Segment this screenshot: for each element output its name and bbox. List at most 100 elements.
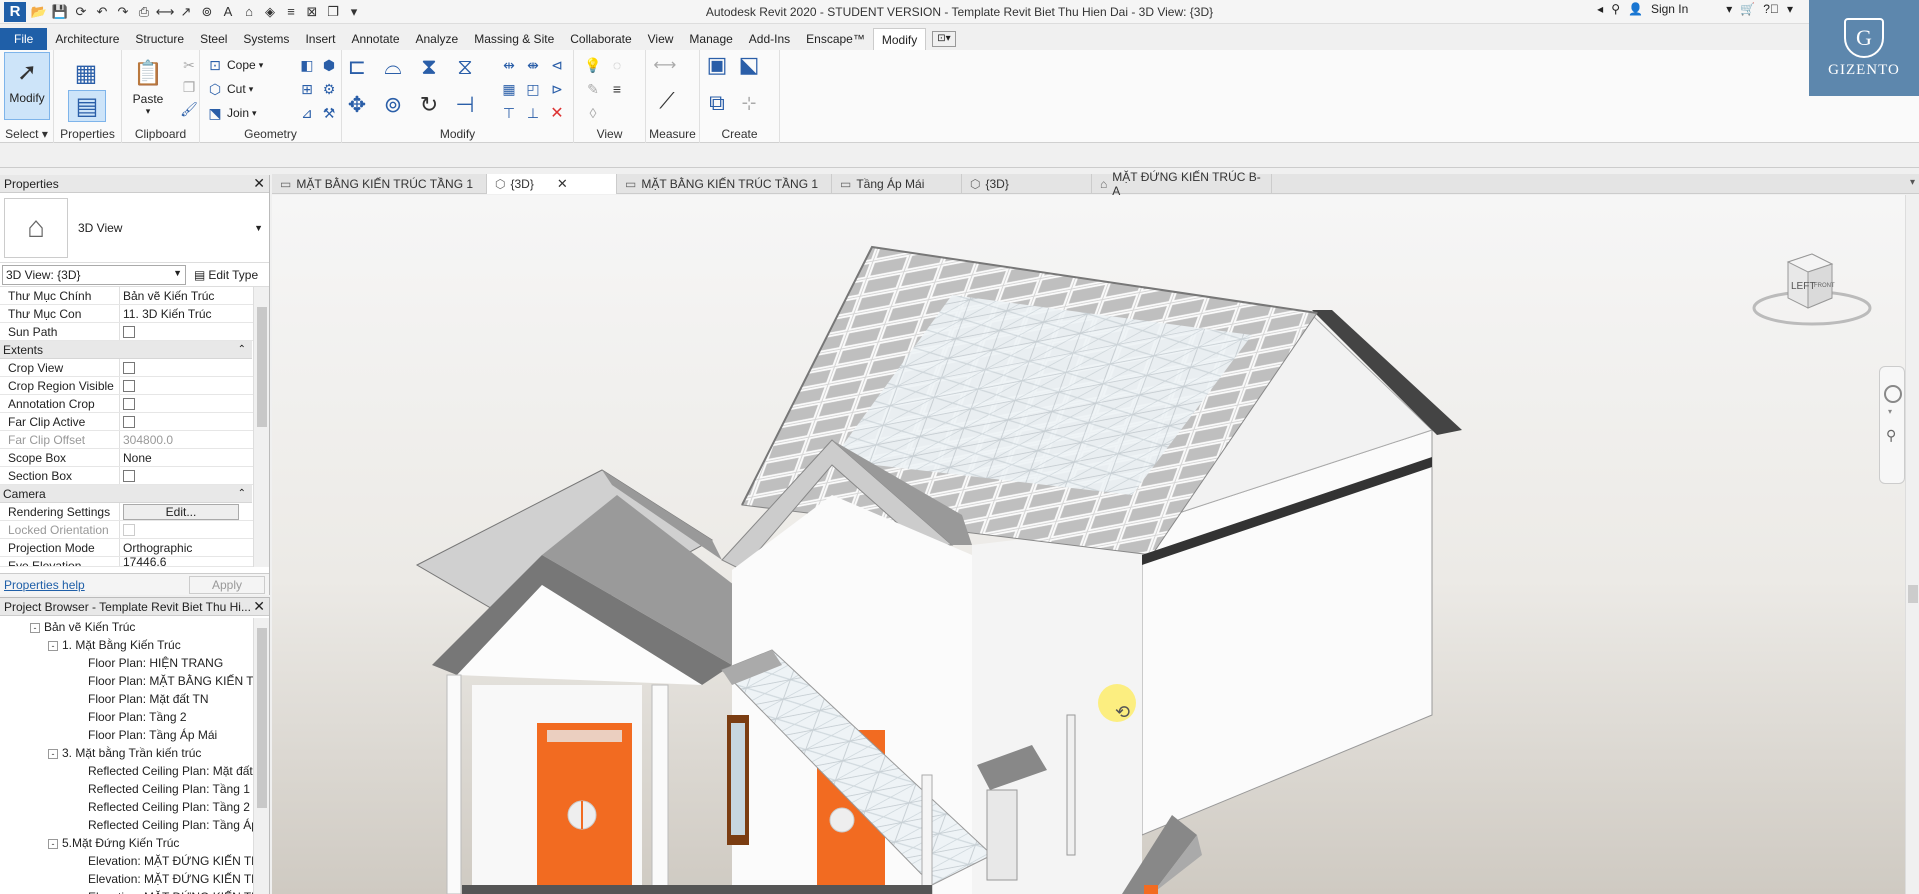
view-tab-close-icon[interactable]: ✕ — [557, 176, 568, 192]
join-button[interactable]: ⬔ Join ▾ — [206, 104, 256, 122]
create-similar-icon[interactable]: ⊹ — [738, 92, 760, 114]
help-icon[interactable]: ?⃝ — [1763, 2, 1779, 16]
close-hidden-icon[interactable]: ⊠ — [303, 3, 321, 21]
linework-icon[interactable]: ≡ — [606, 78, 628, 100]
ribbon-tab-modify[interactable]: Modify — [872, 28, 927, 50]
unpin-icon[interactable]: ⊳ — [546, 78, 568, 100]
tree-item[interactable]: Elevation: MẶT ĐỨNG KIẾN TRÚ — [0, 870, 269, 888]
move-icon[interactable]: ✥ — [346, 92, 368, 117]
mirror-axis-icon[interactable]: ⧗ — [418, 54, 440, 79]
ribbon-tab-massing-site[interactable]: Massing & Site — [466, 28, 562, 50]
lightbulb-icon[interactable]: 💡 — [582, 54, 604, 76]
sign-in-dropdown-icon[interactable]: ▾ — [1726, 2, 1732, 16]
ribbon-tab-file[interactable]: File — [0, 28, 48, 50]
hammer-icon[interactable]: ⚒ — [318, 102, 340, 124]
tree-item[interactable]: Floor Plan: MẶT BẰNG KIẾN TRÚ — [0, 672, 269, 690]
tree-item[interactable]: -3. Mặt bằng Trần kiến trúc — [0, 744, 269, 762]
trim-extend-icon[interactable]: ⊣ — [454, 92, 476, 117]
ribbon-tab-steel[interactable]: Steel — [192, 28, 235, 50]
tree-collapse-icon[interactable]: - — [48, 748, 58, 759]
collapse-icon[interactable]: ⌃ — [238, 485, 246, 503]
tree-item[interactable]: Elevation: MẶT ĐỨNG KIẾN TRÚ — [0, 888, 269, 894]
viewcube-front-label[interactable]: FRONT — [1814, 283, 1835, 289]
measure-distance-icon[interactable]: ⟷ — [654, 54, 677, 76]
customize-qat-icon[interactable]: ▾ — [345, 3, 363, 21]
undo-icon[interactable]: ↶ — [93, 3, 111, 21]
default-3d-icon[interactable]: ⌂ — [240, 3, 258, 21]
tree-item[interactable]: - Bản vẽ Kiến Trúc — [0, 618, 269, 636]
trim-single-icon[interactable]: ⊥ — [522, 102, 544, 124]
select-panel-label[interactable]: Select ▾ — [0, 127, 53, 141]
copy-element-icon[interactable]: ⊚ — [382, 92, 404, 117]
offset-icon[interactable]: ⌓ — [382, 54, 404, 79]
ribbon-tab-collaborate[interactable]: Collaborate — [562, 28, 639, 50]
create-assembly-icon[interactable]: ▣ — [706, 52, 728, 77]
property-value[interactable]: 11. 3D Kiến Trúc — [120, 305, 240, 322]
tree-item[interactable]: Reflected Ceiling Plan: Mặt đất — [0, 762, 269, 780]
project-browser-scrollbar[interactable] — [253, 618, 269, 894]
paint-view-icon[interactable]: ◊ — [582, 102, 604, 124]
tree-item[interactable]: -1. Mặt Bằng Kiến Trúc — [0, 636, 269, 654]
property-checkbox[interactable] — [123, 361, 135, 374]
type-dropdown-icon[interactable]: ▼ — [254, 223, 263, 233]
ribbon-tab-insert[interactable]: Insert — [297, 28, 343, 50]
override-graphics-icon[interactable]: ✎ — [582, 78, 604, 100]
measure-icon[interactable]: ⟷ — [156, 3, 175, 21]
tree-item[interactable]: Reflected Ceiling Plan: Tầng 1 — [0, 780, 269, 798]
tree-item[interactable]: Floor Plan: HIỆN TRANG — [0, 654, 269, 672]
tree-item[interactable]: Elevation: MẶT ĐỨNG KIẾN TRÚ — [0, 852, 269, 870]
pin-icon[interactable]: ⊲ — [546, 54, 568, 76]
ribbon-tab-architecture[interactable]: Architecture — [47, 28, 127, 50]
tree-item[interactable]: Floor Plan: Tầng 2 — [0, 708, 269, 726]
redo-icon[interactable]: ↷ — [114, 3, 132, 21]
property-checkbox[interactable] — [123, 397, 135, 410]
section-icon[interactable]: ◈ — [261, 3, 279, 21]
aligned-dimension-tool-icon[interactable]: ⟋ — [656, 88, 678, 113]
collapse-icon[interactable]: ⌃ — [238, 341, 246, 359]
contextual-tab-dropdown-icon[interactable]: ⊡▾ — [932, 31, 956, 47]
property-value[interactable]: Bản vẽ Kiến Trúc — [120, 287, 240, 304]
ribbon-tab-systems[interactable]: Systems — [235, 28, 297, 50]
hide-element-icon[interactable]: ◌ — [606, 54, 628, 76]
properties-help-link[interactable]: Properties help — [4, 578, 85, 592]
tree-item[interactable]: Floor Plan: Mặt đất TN — [0, 690, 269, 708]
cope-button[interactable]: ⊡ Cope ▾ — [206, 56, 263, 74]
paste-button[interactable]: 📋 Paste ▾ — [130, 54, 166, 117]
edit-type-button[interactable]: ▤ Edit Type — [194, 268, 258, 282]
project-browser-scroll-thumb[interactable] — [257, 628, 267, 808]
scale-icon[interactable]: ◰ — [522, 78, 544, 100]
type-selector[interactable]: ⌂ 3D View ▼ — [0, 193, 269, 263]
create-group-icon[interactable]: ⧉ — [706, 90, 728, 115]
steering-wheel-icon[interactable] — [1884, 385, 1902, 403]
zoom-icon[interactable]: ⚲ — [1886, 427, 1896, 444]
paste-dropdown-icon[interactable]: ▾ — [146, 106, 151, 117]
help-dropdown-icon[interactable]: ▾ — [1787, 2, 1793, 16]
sync-icon[interactable]: ⟳ — [72, 3, 90, 21]
viewcube-left-label[interactable]: LEFT — [1791, 281, 1815, 292]
revit-logo-icon[interactable]: R — [4, 1, 26, 22]
cut-geometry-button[interactable]: ⬡ Cut ▾ — [206, 80, 253, 98]
switch-windows-icon[interactable]: ❐ — [324, 3, 342, 21]
trim-multiple-icon[interactable]: ⊤ — [498, 102, 520, 124]
tree-item[interactable]: Reflected Ceiling Plan: Tầng 2 — [0, 798, 269, 816]
save-icon[interactable]: 💾 — [51, 3, 69, 21]
ribbon-tab-view[interactable]: View — [640, 28, 682, 50]
beam-join-icon[interactable]: ⊿ — [296, 102, 318, 124]
properties-close-icon[interactable]: ✕ — [253, 175, 265, 192]
sun-path-checkbox[interactable] — [123, 325, 135, 338]
viewcube[interactable]: LEFT FRONT — [1750, 250, 1880, 330]
view-tab[interactable]: ▭ Tầng Áp Mái — [832, 173, 962, 194]
print-icon[interactable]: ⎙ — [135, 3, 153, 21]
apply-button[interactable]: Apply — [189, 575, 265, 594]
search-arrow-icon[interactable]: ◂ — [1597, 2, 1603, 16]
user-icon[interactable]: 👤 — [1628, 2, 1643, 16]
tree-item[interactable]: -5.Mặt Đứng Kiến Trúc — [0, 834, 269, 852]
section-box-checkbox[interactable] — [123, 469, 135, 482]
view-tab[interactable]: ⬡ {3D} — [962, 173, 1092, 194]
nav-dropdown-icon[interactable]: ▾ — [1888, 407, 1892, 416]
open-icon[interactable]: 📂 — [30, 3, 48, 21]
cut-scissors-icon[interactable]: ✂ — [178, 54, 200, 76]
delete-icon[interactable]: ✕ — [546, 102, 568, 124]
ribbon-tab-enscape-[interactable]: Enscape™ — [798, 28, 873, 50]
property-checkbox[interactable] — [123, 379, 135, 392]
